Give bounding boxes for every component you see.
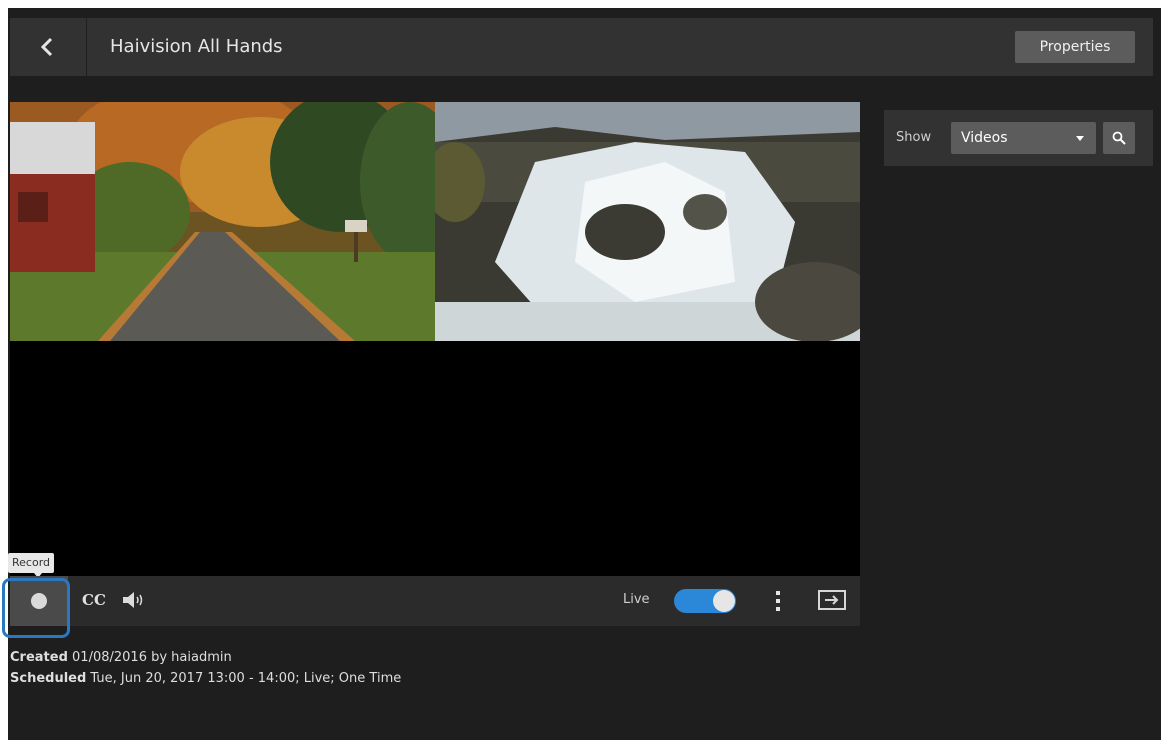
vertical-ellipsis-icon	[776, 591, 780, 595]
live-toggle-knob	[713, 590, 735, 612]
show-filter-bar: Show Videos	[884, 110, 1153, 166]
video-feed-waterfall	[435, 102, 860, 341]
search-icon	[1112, 131, 1126, 145]
created-value: 01/08/2016 by haiadmin	[72, 650, 232, 665]
volume-button[interactable]	[122, 591, 148, 613]
show-label: Show	[896, 130, 932, 145]
header-bar: Haivision All Hands Properties	[10, 18, 1153, 76]
video-player[interactable]	[10, 102, 860, 576]
caret-down-icon	[1076, 136, 1084, 141]
show-type-dropdown[interactable]: Videos	[951, 122, 1096, 154]
scheduled-value: Tue, Jun 20, 2017 13:00 - 14:00; Live; O…	[90, 671, 402, 686]
more-options-button[interactable]	[758, 576, 798, 626]
record-button-highlight	[2, 578, 70, 638]
back-button[interactable]	[10, 18, 87, 76]
closed-captions-button[interactable]: CC	[82, 591, 106, 609]
fullscreen-icon	[825, 595, 839, 605]
chevron-left-icon	[40, 37, 53, 57]
show-selected-value: Videos	[961, 130, 1008, 146]
properties-button[interactable]: Properties	[1015, 31, 1135, 63]
created-label: Created	[10, 650, 68, 665]
scheduled-label: Scheduled	[10, 671, 87, 686]
event-metadata: Created 01/08/2016 by haiadmin Scheduled…	[10, 647, 401, 689]
created-row: Created 01/08/2016 by haiadmin	[10, 647, 401, 668]
live-label: Live	[623, 592, 650, 607]
video-feed-autumn-road	[10, 102, 435, 341]
player-control-bar: CC Live	[10, 576, 860, 626]
page-title: Haivision All Hands	[110, 36, 283, 57]
volume-icon	[123, 592, 143, 608]
fullscreen-button[interactable]	[818, 590, 846, 610]
scheduled-row: Scheduled Tue, Jun 20, 2017 13:00 - 14:0…	[10, 668, 401, 689]
search-button[interactable]	[1103, 122, 1135, 154]
record-tooltip: Record	[8, 553, 55, 573]
live-toggle[interactable]	[674, 589, 736, 613]
